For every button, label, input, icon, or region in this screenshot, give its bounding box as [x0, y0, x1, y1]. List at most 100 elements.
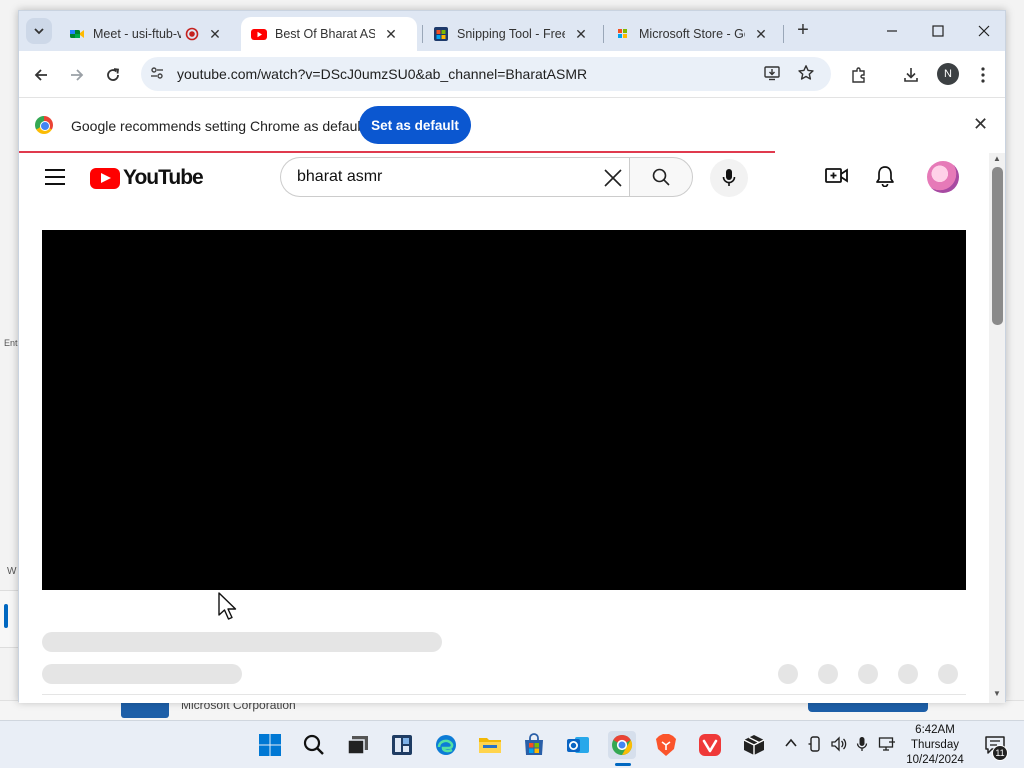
action-skeleton-placeholder — [858, 664, 878, 684]
windows-start-icon[interactable] — [256, 731, 284, 759]
puzzle-icon — [852, 67, 865, 83]
device-icon[interactable] — [808, 736, 822, 752]
microphone-icon[interactable] — [856, 736, 868, 752]
default-browser-infobar: Google recommends setting Chrome as defa… — [19, 97, 1005, 151]
clock-date: 10/24/2024 — [906, 754, 964, 766]
minimize-button[interactable] — [869, 17, 915, 45]
bing-icon — [618, 29, 627, 38]
youtube-search-input[interactable]: bharat asmr — [280, 157, 630, 197]
youtube-logo[interactable]: YouTube — [90, 166, 204, 190]
volume-icon[interactable] — [830, 736, 848, 752]
infobar-close-icon[interactable]: ✕ — [973, 114, 988, 135]
network-icon[interactable] — [878, 736, 896, 752]
tab-title: Snipping Tool - Free — [457, 27, 565, 41]
microsoft-store-icon — [434, 27, 448, 41]
address-bar[interactable]: youtube.com/watch?v=DScJ0umzSU0&ab_chann… — [141, 57, 831, 91]
extensions-button[interactable] — [847, 63, 871, 87]
site-settings-icon[interactable] — [149, 65, 165, 81]
video-player[interactable] — [42, 230, 966, 590]
create-video-icon[interactable] — [825, 165, 849, 187]
file-explorer-icon[interactable] — [476, 731, 504, 759]
tab-close-icon[interactable]: ✕ — [383, 26, 399, 43]
set-as-default-button[interactable]: Set as default — [359, 106, 471, 144]
tab-close-icon[interactable]: ✕ — [207, 26, 223, 43]
arrow-left-icon — [34, 69, 47, 81]
scroll-down-arrow-icon[interactable]: ▼ — [993, 689, 1001, 698]
tab-strip: Meet - usi-ftub-v ✕ Best Of Bharat ASMR … — [19, 11, 1005, 51]
hamburger-menu-icon[interactable] — [45, 169, 65, 190]
outlook-icon[interactable] — [564, 731, 592, 759]
tab-close-icon[interactable]: ✕ — [573, 26, 589, 43]
title-skeleton-placeholder — [42, 632, 442, 652]
tab-search-button[interactable] — [26, 18, 52, 44]
background-get-button[interactable] — [808, 702, 928, 712]
microphone-icon — [722, 169, 736, 186]
content-divider — [42, 694, 966, 695]
package-icon[interactable] — [740, 731, 768, 759]
close-icon — [978, 25, 990, 37]
brave-icon[interactable] — [652, 731, 680, 759]
action-skeleton-placeholder — [778, 664, 798, 684]
chrome-logo-icon — [35, 116, 53, 134]
edge-icon[interactable] — [432, 731, 460, 759]
notifications-bell-icon[interactable] — [875, 165, 895, 187]
youtube-page: YouTube bharat asmr — [19, 153, 989, 703]
tab-snipping-tool[interactable]: Snipping Tool - Free ✕ — [423, 17, 601, 51]
youtube-play-icon — [90, 167, 120, 189]
tab-title: Meet - usi-ftub-v — [93, 27, 181, 41]
voice-search-button[interactable] — [710, 159, 748, 197]
youtube-search-button[interactable] — [629, 157, 693, 197]
vivaldi-icon[interactable] — [696, 731, 724, 759]
active-app-indicator — [615, 763, 631, 766]
chrome-menu-button[interactable] — [971, 63, 995, 87]
mouse-cursor-icon — [218, 592, 237, 620]
tab-title: Best Of Bharat ASMR — [275, 27, 375, 41]
action-skeleton-placeholder — [938, 664, 958, 684]
scrollbar-thumb[interactable] — [992, 167, 1003, 325]
recording-icon — [185, 27, 199, 41]
bookmark-star-icon[interactable] — [797, 64, 815, 82]
profile-avatar[interactable]: N — [937, 63, 959, 85]
reload-button[interactable] — [101, 63, 125, 87]
tab-meet[interactable]: Meet - usi-ftub-v ✕ — [59, 17, 239, 51]
clock-time: 6:42AM — [915, 724, 955, 736]
google-meet-icon — [70, 30, 84, 38]
forward-button[interactable] — [65, 63, 89, 87]
close-window-button[interactable] — [961, 17, 1007, 45]
downloads-button[interactable] — [899, 63, 923, 87]
youtube-account-avatar[interactable] — [927, 161, 959, 193]
more-vertical-icon — [981, 67, 985, 83]
search-icon — [652, 168, 670, 186]
tab-youtube[interactable]: Best Of Bharat ASMR ✕ — [241, 17, 417, 51]
browser-toolbar: youtube.com/watch?v=DScJ0umzSU0&ab_chann… — [19, 51, 1005, 97]
scroll-up-arrow-icon[interactable]: ▲ — [993, 154, 1001, 163]
tab-microsoft-store[interactable]: Microsoft Store - Ge ✕ — [605, 17, 781, 51]
install-app-icon[interactable] — [763, 64, 781, 82]
chrome-window: Meet - usi-ftub-v ✕ Best Of Bharat ASMR … — [18, 10, 1006, 703]
task-view-icon[interactable] — [344, 731, 372, 759]
arrow-right-icon — [71, 69, 84, 81]
maximize-button[interactable] — [915, 17, 961, 45]
widgets-icon[interactable] — [388, 731, 416, 759]
back-button[interactable] — [29, 63, 53, 87]
tab-separator — [603, 25, 604, 43]
clock-day: Thursday — [911, 739, 959, 751]
action-skeleton-placeholder — [818, 664, 838, 684]
chrome-icon[interactable] — [608, 731, 636, 759]
show-hidden-icons-chevron-up-icon[interactable] — [784, 736, 798, 750]
channel-skeleton-placeholder — [42, 664, 242, 684]
notification-count-badge: 11 — [992, 745, 1008, 761]
download-icon — [904, 68, 918, 82]
microsoft-store-icon[interactable] — [520, 731, 548, 759]
action-skeleton-placeholder — [898, 664, 918, 684]
clear-search-icon[interactable] — [603, 168, 623, 188]
new-tab-button[interactable]: + — [791, 19, 815, 42]
windows-taskbar: 6:42AM Thursday 10/24/2024 11 — [0, 720, 1024, 768]
tab-close-icon[interactable]: ✕ — [753, 26, 769, 43]
minimize-icon — [887, 30, 897, 32]
search-icon[interactable] — [300, 731, 328, 759]
page-scrollbar[interactable]: ▲ ▼ — [989, 153, 1005, 703]
background-left-panel — [0, 590, 18, 648]
system-clock[interactable]: 6:42AM Thursday 10/24/2024 — [900, 723, 970, 768]
infobar-message: Google recommends setting Chrome as defa… — [71, 118, 365, 134]
